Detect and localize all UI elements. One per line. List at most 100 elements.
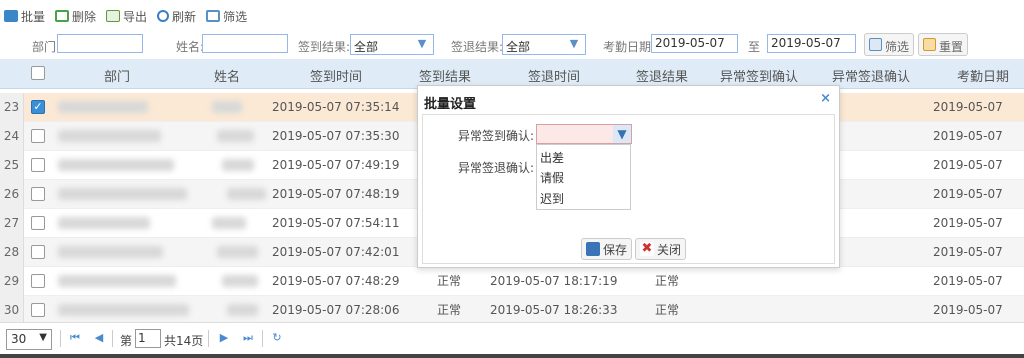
prev-page-icon[interactable]: ◀ xyxy=(92,331,106,345)
redacted-name xyxy=(212,217,246,229)
chevron-down-icon: ▼ xyxy=(39,332,47,343)
row-checkbox[interactable] xyxy=(31,158,45,172)
refresh-icon[interactable]: ↻ xyxy=(270,331,284,345)
signin-result-cell: 正常 xyxy=(437,303,462,317)
dropdown-option[interactable]: 迟到 xyxy=(540,190,564,207)
row-checkbox[interactable]: ✓ xyxy=(31,100,45,114)
close-icon[interactable]: × xyxy=(820,91,831,106)
filter-toggle-button[interactable]: 筛选 xyxy=(206,8,247,25)
batch-icon xyxy=(4,10,18,22)
filter-icon xyxy=(206,10,221,22)
total-pages-label: 共14页 xyxy=(164,334,204,348)
divider xyxy=(60,330,61,347)
col-header-signin-time[interactable]: 签到时间 xyxy=(310,66,362,85)
date-cell: 2019-05-07 xyxy=(933,216,1003,230)
dept-input[interactable] xyxy=(57,34,143,53)
signin-result-label: 签到结果: xyxy=(298,40,351,54)
name-input[interactable] xyxy=(202,34,288,53)
row-number: 24 xyxy=(0,122,24,151)
signout-result-cell: 正常 xyxy=(655,303,680,317)
row-checkbox[interactable] xyxy=(31,274,45,288)
table-row[interactable]: 29 2019-05-07 07:48:29 正常 2019-05-07 18:… xyxy=(0,267,1024,296)
page-size-select[interactable]: 30 ▼ xyxy=(6,329,52,350)
next-page-icon[interactable]: ▶ xyxy=(217,331,231,345)
dropdown-option[interactable]: 出差 xyxy=(540,149,564,166)
redacted-dept xyxy=(58,217,150,229)
abnormal-signout-confirm-label: 异常签退确认: xyxy=(458,161,535,175)
signout-result-label: 签退结果: xyxy=(451,40,504,54)
col-header-abnormal-signout[interactable]: 异常签退确认 xyxy=(832,66,910,85)
redacted-dept xyxy=(58,101,148,113)
date-cell: 2019-05-07 xyxy=(933,129,1003,143)
date-from-input[interactable]: 2019-05-07 xyxy=(651,34,738,53)
close-button[interactable]: ✖ 关闭 xyxy=(635,238,687,260)
toolbar: 批量 删除 导出 刷新 筛选 xyxy=(0,0,1024,32)
signin-result-select[interactable]: 全部 ▼ xyxy=(350,34,434,55)
dialog-title: 批量设置 xyxy=(424,97,477,112)
select-all-checkbox[interactable] xyxy=(31,66,45,80)
page-input[interactable]: 1 xyxy=(135,329,161,348)
divider xyxy=(112,330,113,347)
signin-time-cell: 2019-05-07 07:48:29 xyxy=(272,274,400,288)
first-page-icon[interactable]: ⏮ xyxy=(68,331,82,345)
signin-result-cell: 正常 xyxy=(437,274,462,288)
batch-settings-dialog: 批量设置 × 异常签到确认: ▼ 异常签退确认: 出差 请假 迟到 保存 ✖ 关… xyxy=(417,85,840,268)
export-button[interactable]: 导出 xyxy=(106,8,147,25)
redacted-dept xyxy=(58,246,163,258)
last-page-icon[interactable]: ⏭ xyxy=(241,331,255,345)
col-header-signout-time[interactable]: 签退时间 xyxy=(528,66,580,85)
row-checkbox[interactable] xyxy=(31,303,45,317)
filter-button[interactable]: 筛选 xyxy=(864,33,915,56)
batch-button[interactable]: 批量 xyxy=(4,8,45,25)
date-cell: 2019-05-07 xyxy=(933,158,1003,172)
chevron-down-icon: ▼ xyxy=(569,37,579,50)
close-button-label: 关闭 xyxy=(657,242,682,257)
date-cell: 2019-05-07 xyxy=(933,187,1003,201)
refresh-button[interactable]: 刷新 xyxy=(157,8,196,25)
signout-result-cell: 正常 xyxy=(655,274,680,288)
filter-button-label: 筛选 xyxy=(885,40,910,54)
col-header-date[interactable]: 考勤日期 xyxy=(957,66,1009,85)
save-button-label: 保存 xyxy=(603,242,628,257)
redacted-name xyxy=(222,159,254,171)
redacted-name xyxy=(222,275,258,287)
refresh-icon xyxy=(157,10,170,22)
abnormal-signin-confirm-select[interactable]: ▼ xyxy=(536,124,632,144)
col-header-abnormal-signin[interactable]: 异常签到确认 xyxy=(720,66,798,85)
col-header-signout-result[interactable]: 签退结果 xyxy=(636,66,688,85)
dropdown-option[interactable]: 请假 xyxy=(540,169,564,186)
col-header-dept[interactable]: 部门 xyxy=(104,66,130,85)
signout-time-cell: 2019-05-07 18:17:19 xyxy=(490,274,618,288)
row-checkbox[interactable] xyxy=(31,216,45,230)
date-cell: 2019-05-07 xyxy=(933,245,1003,259)
signin-time-cell: 2019-05-07 07:49:19 xyxy=(272,158,400,172)
date-to-input[interactable]: 2019-05-07 xyxy=(767,34,856,53)
row-checkbox[interactable] xyxy=(31,245,45,259)
redacted-name xyxy=(217,246,258,258)
table-row[interactable]: 30 2019-05-07 07:28:06 正常 2019-05-07 18:… xyxy=(0,296,1024,325)
signin-time-cell: 2019-05-07 07:35:14 xyxy=(272,100,400,114)
page-size-value: 30 xyxy=(11,332,27,346)
redacted-name xyxy=(227,304,258,316)
delete-button[interactable]: 删除 xyxy=(55,8,96,25)
row-number: 25 xyxy=(0,151,24,180)
row-checkbox[interactable] xyxy=(31,187,45,201)
delete-label: 删除 xyxy=(72,9,97,24)
col-header-signin-result[interactable]: 签到结果 xyxy=(419,66,471,85)
refresh-label: 刷新 xyxy=(172,9,197,24)
date-to-label: 至 xyxy=(748,40,761,54)
signin-time-cell: 2019-05-07 07:54:11 xyxy=(272,216,400,230)
signin-time-cell: 2019-05-07 07:28:06 xyxy=(272,303,400,317)
col-header-name[interactable]: 姓名 xyxy=(214,66,240,85)
row-checkbox[interactable] xyxy=(31,129,45,143)
delete-icon xyxy=(55,10,70,22)
reset-button[interactable]: 重置 xyxy=(918,33,969,56)
dialog-body: 异常签到确认: ▼ 异常签退确认: 出差 请假 迟到 保存 ✖ 关闭 xyxy=(422,114,835,264)
save-button[interactable]: 保存 xyxy=(581,238,633,260)
signout-result-value: 全部 xyxy=(506,40,531,54)
export-icon xyxy=(106,10,121,22)
signout-result-select[interactable]: 全部 ▼ xyxy=(502,34,586,55)
date-cell: 2019-05-07 xyxy=(933,274,1003,288)
filter-bar: 部门: 姓名: 签到结果: 全部 ▼ 签退结果: 全部 ▼ 考勤日期: 2019… xyxy=(0,32,1024,59)
pagination-bar: 30 ▼ ⏮ ◀ 第 1 共14页 ▶ ⏭ ↻ xyxy=(0,322,1024,354)
